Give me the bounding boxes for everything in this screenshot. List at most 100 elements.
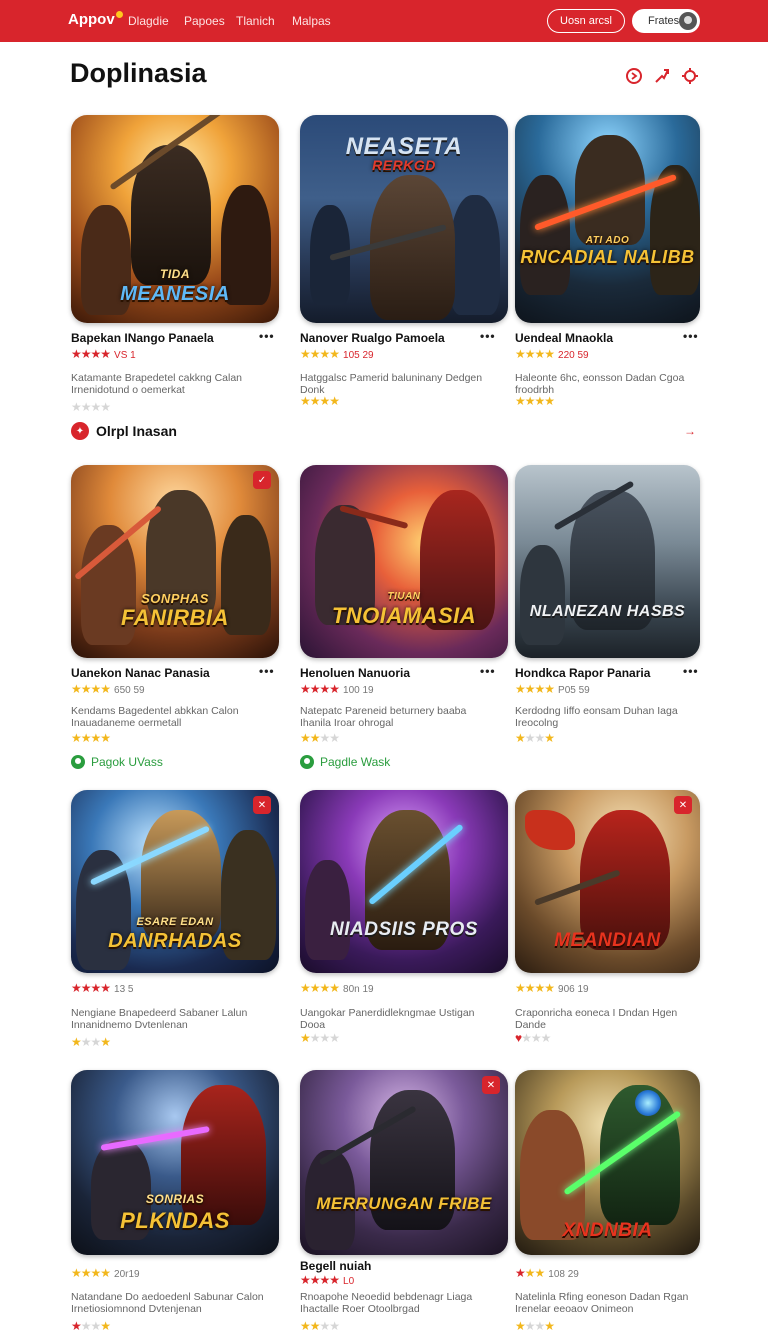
user-rating-stars[interactable]: ★★★★ [300, 731, 340, 745]
game-thumbnail[interactable]: TIDA MEANESIA [71, 115, 279, 323]
game-card[interactable]: XNDNBIA [515, 1070, 723, 1255]
card-art-title: NIADSIIS PROS [330, 919, 478, 940]
game-card[interactable]: ✕ MEANDIAN [515, 790, 723, 973]
rating-count: 906 19 [558, 984, 589, 995]
search-icon[interactable] [624, 66, 644, 86]
user-rating-stars[interactable]: ★★★★ [300, 1031, 340, 1045]
more-icon[interactable]: ••• [480, 329, 496, 343]
user-rating-stars[interactable]: ★★★★ [300, 394, 340, 408]
top-bar: Appov Dlagdie Papoes Tlanich Malpas Uosn… [0, 0, 768, 42]
page-title: Doplinasia [70, 58, 207, 88]
play-link[interactable]: Pagdle Wask [300, 755, 390, 769]
user-rating-stars[interactable]: ★★★★ [71, 1319, 111, 1333]
game-thumbnail[interactable]: SONRIAS PLKNDAS [71, 1070, 279, 1255]
game-thumbnail[interactable]: TIUAN TNOIAMASIA [300, 465, 508, 658]
game-thumbnail[interactable]: ATI ADO RNCADIAL NALIBB [515, 115, 700, 323]
settings-icon[interactable] [680, 66, 700, 86]
section-header[interactable]: ✦ Olrpl Inasan [71, 422, 177, 440]
card-description: Uangokar Panerdidlekngmae Ustigan Dooa [300, 1007, 475, 1031]
rating: ★★★★ 20r19 [71, 1266, 140, 1280]
signup-button[interactable]: Uosn arcsl [547, 9, 625, 33]
user-rating-stars[interactable]: ★★★★ [515, 394, 555, 408]
game-thumbnail[interactable]: NIADSIIS PROS [300, 790, 508, 973]
game-card[interactable]: TIUAN TNOIAMASIA [300, 465, 508, 658]
rating: ★★★★ 80n 19 [300, 981, 374, 995]
avatar [679, 12, 697, 30]
game-thumbnail[interactable]: ✕ MEANDIAN [515, 790, 700, 973]
card-title[interactable]: Uendeal Mnaokla [515, 331, 613, 345]
game-thumbnail[interactable]: ✓ SONPHAS FANIRBIA [71, 465, 279, 658]
card-title[interactable]: Nanover Rualgo Pamoela [300, 331, 445, 345]
card-description: Craponricha eoneca I Dndan Hgen Dande [515, 1007, 678, 1031]
card-title[interactable]: Begell nuiah [300, 1259, 371, 1273]
star-icons: ★★★★ [300, 347, 340, 361]
card-title[interactable]: Hondkca Rapor Panaria [515, 666, 650, 680]
share-icon[interactable] [652, 66, 672, 86]
card-art-subtitle: SONPHAS [141, 591, 209, 606]
rating: ★★★★ 100 19 [300, 682, 374, 696]
card-art-title: DANRHADAS [108, 930, 242, 952]
nav-item-1[interactable]: Dlagdie [128, 14, 169, 28]
user-rating-stars[interactable]: ★★★★ [71, 1035, 111, 1049]
bookmark-badge[interactable]: ✓ [253, 471, 271, 489]
card-art-title: XNDNBIA [562, 1220, 653, 1241]
game-card[interactable]: SONRIAS PLKNDAS [71, 1070, 279, 1255]
card-title[interactable]: Uanekon Nanac Panasia [71, 666, 210, 680]
nav-item-3[interactable]: Tlanich [236, 14, 275, 28]
user-rating-stars[interactable]: ★★★★ [515, 1319, 555, 1333]
game-card[interactable]: NLANEZAN HASBS [515, 465, 723, 658]
game-thumbnail[interactable]: ✕ ESARE EDAN DANRHADAS [71, 790, 279, 973]
game-thumbnail[interactable]: ✕ MERRUNGAN FRIBE [300, 1070, 508, 1255]
nav-item-4[interactable]: Malpas [292, 14, 331, 28]
close-icon[interactable]: ✕ [674, 796, 692, 814]
game-card[interactable]: TIDA MEANESIA [71, 115, 279, 323]
card-description: Hatggalsc Pamerid baluninany Dedgen Donk [300, 372, 483, 396]
rating: ★★★ 108 29 [515, 1266, 579, 1280]
rating-count: VS 1 [114, 350, 136, 361]
game-card[interactable]: ✕ MERRUNGAN FRIBE [300, 1070, 508, 1255]
card-description: Nengiane Bnapedeerd Sabaner Lalun Innani… [71, 1007, 248, 1031]
close-icon[interactable]: ✕ [482, 1076, 500, 1094]
orb-graphic [635, 1090, 661, 1116]
more-icon[interactable]: ••• [683, 329, 699, 343]
user-rating-stars[interactable]: ♥★★★ [515, 1031, 551, 1045]
star-icons: ★★★ [515, 1266, 545, 1280]
game-card[interactable]: NEASETA RERKGD [300, 115, 508, 323]
card-title[interactable]: Henoluen Nanuoria [300, 666, 410, 680]
star-icons: ★★★★ [515, 682, 555, 696]
app-logo[interactable]: Appov [68, 11, 123, 28]
game-thumbnail[interactable]: NEASETA RERKGD [300, 115, 508, 323]
user-rating-stars[interactable]: ★★★★ [515, 731, 555, 745]
more-icon[interactable]: ••• [259, 329, 275, 343]
card-title[interactable]: Bapekan INango Panaela [71, 331, 214, 345]
card-description: Natepatc Pareneid beturnery baaba Ihanil… [300, 705, 467, 729]
card-art-title: RNCADIAL NALIBB [520, 247, 695, 267]
card-description: Kendams Bagedentel abkkan Calon Inauadan… [71, 705, 239, 729]
user-rating-stars[interactable]: ★★★★ [300, 1319, 340, 1333]
arrow-right-icon[interactable]: → [684, 424, 696, 438]
star-icons: ★★★★ [300, 682, 340, 696]
game-thumbnail[interactable]: NLANEZAN HASBS [515, 465, 700, 658]
account-button[interactable]: Frates [632, 9, 700, 33]
more-icon[interactable]: ••• [259, 664, 275, 678]
user-rating-stars[interactable]: ★★★★ [71, 731, 111, 745]
play-link[interactable]: Pagok UVass [71, 755, 163, 769]
game-card[interactable]: ATI ADO RNCADIAL NALIBB [515, 115, 723, 323]
card-description: Haleonte 6hc, eonsson Dadan Cgoa froodrb… [515, 372, 685, 396]
more-icon[interactable]: ••• [480, 664, 496, 678]
logo-dot-icon [115, 11, 123, 18]
card-art-title: PLKNDAS [120, 1208, 230, 1233]
game-thumbnail[interactable]: XNDNBIA [515, 1070, 700, 1255]
star-icons: ★★★★ [71, 981, 111, 995]
nav-item-2[interactable]: Papoes [184, 14, 225, 28]
card-art-title: MEANESIA [120, 283, 230, 305]
card-description: Kerdodng Iiffo eonsam Duhan Iaga Ireocol… [515, 705, 678, 729]
more-icon[interactable]: ••• [683, 664, 699, 678]
rating-count: L0 [343, 1276, 355, 1287]
user-rating-stars[interactable]: ★★★★ [71, 400, 111, 414]
game-card[interactable]: ✕ ESARE EDAN DANRHADAS [71, 790, 279, 973]
game-card[interactable]: ✓ SONPHAS FANIRBIA [71, 465, 279, 658]
play-link-label: Pagok UVass [91, 755, 163, 769]
close-icon[interactable]: ✕ [253, 796, 271, 814]
game-card[interactable]: NIADSIIS PROS [300, 790, 508, 973]
